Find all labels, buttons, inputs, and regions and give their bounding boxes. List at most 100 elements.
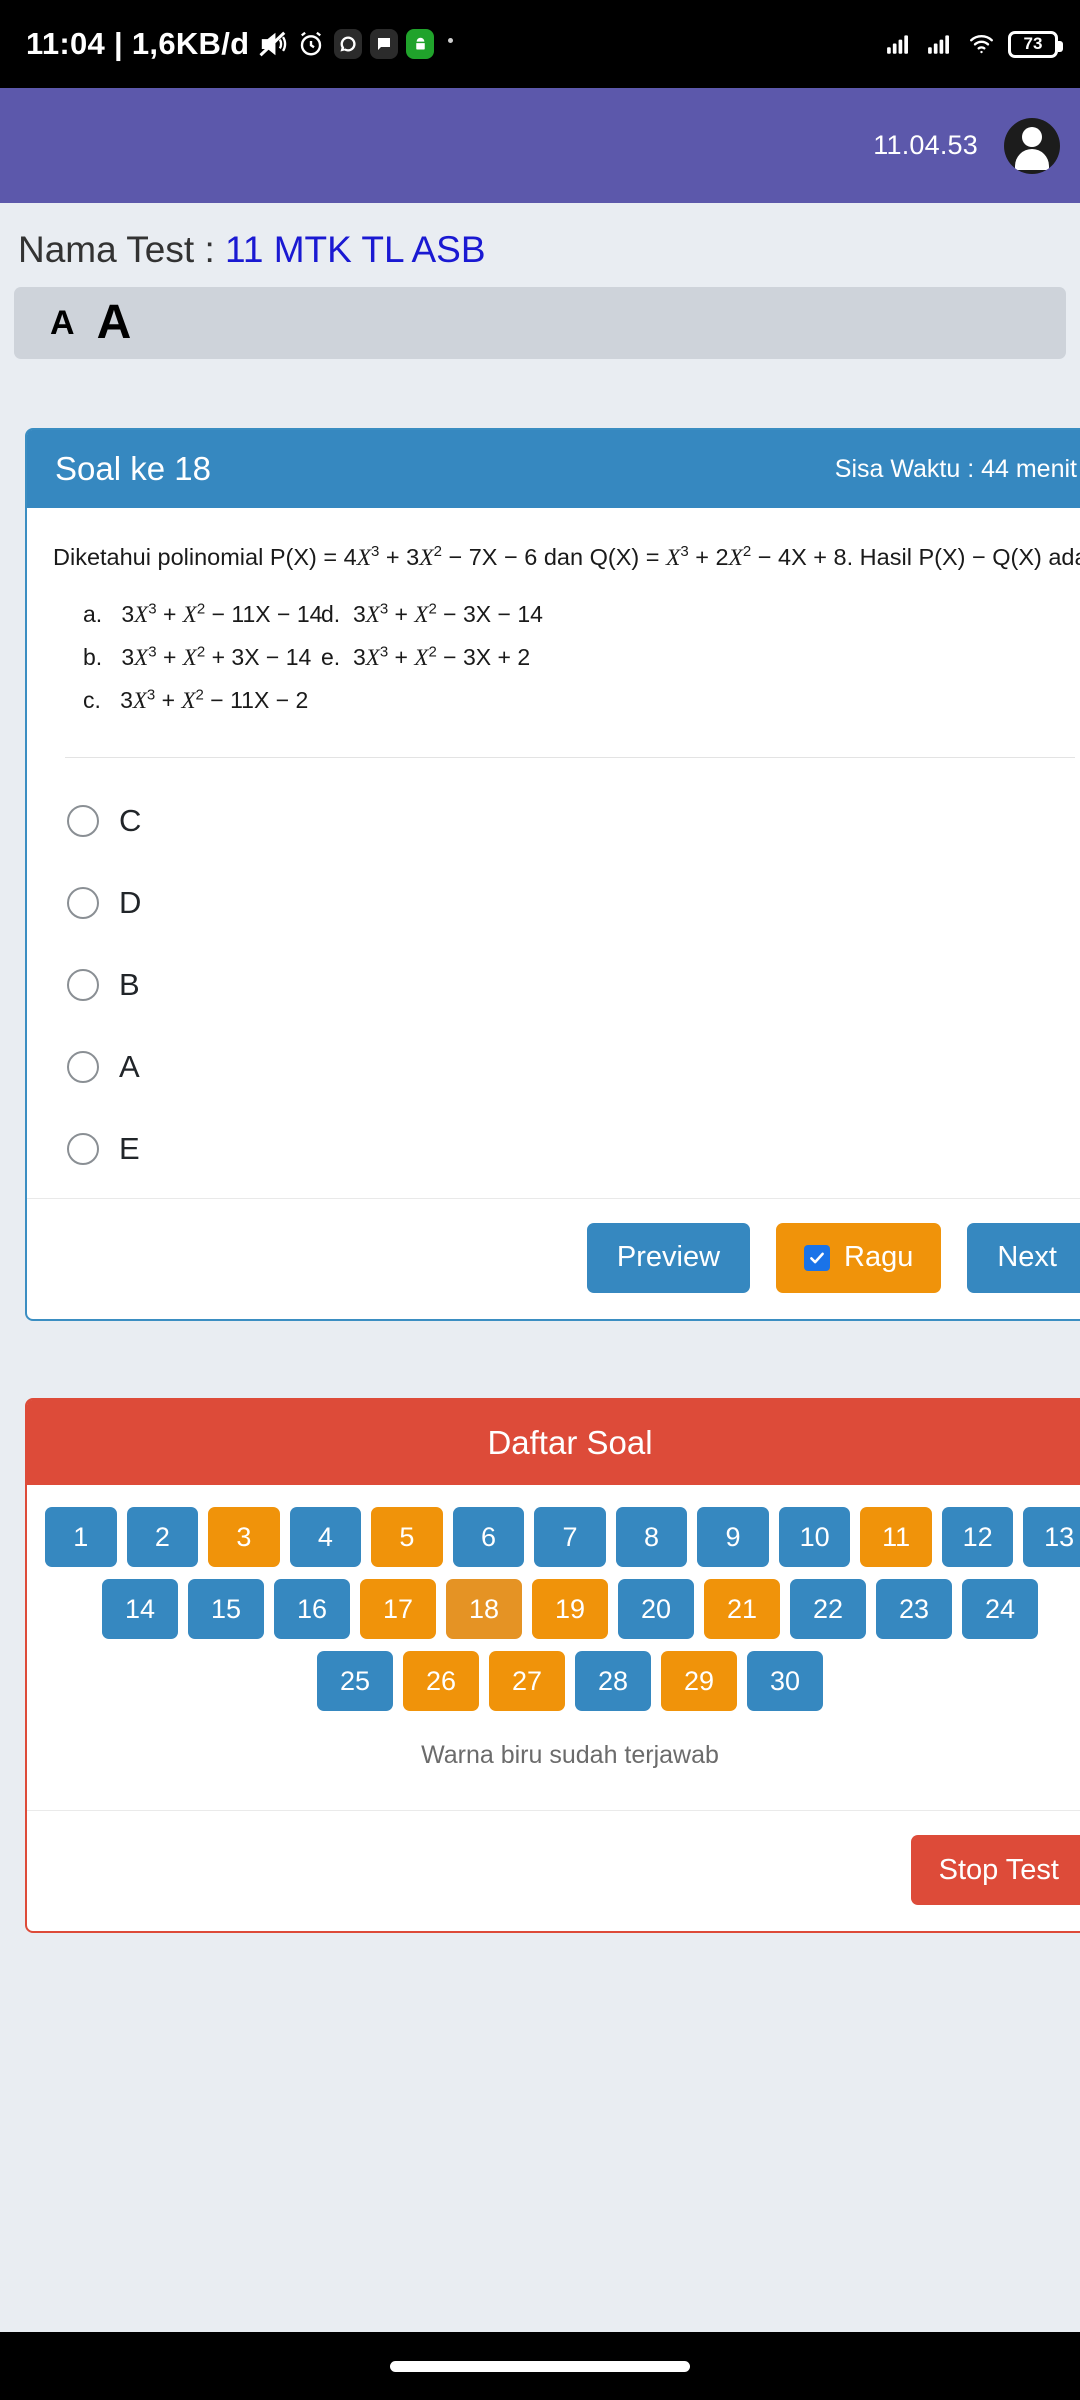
question-number-button[interactable]: 6 [452,1507,525,1567]
answer-option-label: A [119,1048,140,1084]
question-number-button[interactable]: 19 [532,1579,608,1639]
choice-e-key: e. [321,644,341,671]
test-name-label: Nama Test : [18,229,226,270]
battery-level: 73 [1023,34,1043,53]
increase-font-button[interactable]: A [97,299,132,347]
question-list-title: Daftar Soal [27,1400,1080,1485]
question-number-button[interactable]: 28 [575,1651,651,1711]
question-number-button[interactable]: 12 [941,1507,1014,1567]
whatsapp-icon [334,29,363,59]
decrease-font-button[interactable]: A [50,306,75,340]
question-number-button[interactable]: 27 [489,1651,565,1711]
question-number-row: 14 15 16 17 18 19 20 21 22 23 24 [45,1579,1080,1639]
avatar-body [1015,148,1049,170]
question-number-button[interactable]: 13 [1023,1507,1080,1567]
question-number-button[interactable]: 16 [274,1579,350,1639]
question-list-card: Daftar Soal 1 2 3 4 5 6 7 8 9 10 11 12 13 14 15 16 17 18… [25,1398,1080,1933]
android-navigation-bar [0,2332,1080,2400]
answer-option-label: B [119,966,140,1002]
question-number-button[interactable]: 1 [45,1507,117,1567]
remaining-time: Sisa Waktu : 44 menit [834,454,1077,483]
question-number-button[interactable]: 7 [534,1507,606,1567]
question-number-button[interactable]: 3 [208,1507,280,1567]
app-clock: 11.04.53 [873,130,978,160]
question-number-button[interactable]: 22 [790,1579,866,1639]
question-card-header: Soal ke 18 Sisa Waktu : 44 menit [27,430,1080,508]
stop-test-button[interactable]: Stop Test [910,1835,1080,1905]
question-number-button[interactable]: 9 [697,1507,769,1567]
question-choices: a. 3X3 + X2 − 11X − 14 b. 3X3 + X2 + 3X … [53,601,1080,729]
radio-button-icon[interactable] [67,1132,99,1165]
choice-d-key: d. [321,601,341,628]
question-number-button[interactable]: 29 [661,1651,737,1711]
answer-option-label: E [119,1130,140,1166]
choice-e-text: 3X3 + X2 − 3X + 2 [352,643,531,671]
answer-option[interactable]: E [67,1108,1080,1190]
question-number-row: 1 2 3 4 5 6 7 8 9 10 11 12 13 [45,1507,1080,1567]
radio-button-icon[interactable] [67,968,99,1001]
question-number-button[interactable]: 14 [102,1579,178,1639]
question-number-button[interactable]: 20 [618,1579,694,1639]
choice-a-text: 3X3 + X2 − 11X − 14 [121,600,323,628]
question-number-button[interactable]: 11 [860,1507,932,1567]
choice-c: c. 3X3 + X2 − 11X − 2 [83,687,308,715]
question-number-button[interactable]: 25 [317,1651,393,1711]
test-name-value: 11 MTK TL ASB [225,229,486,270]
question-text: Diketahui polinomial P(X) = 4X3 + 3X2 − … [53,543,1080,571]
question-number-button[interactable]: 17 [360,1579,436,1639]
android-status-bar: 11:04 | 1,6KB/d 73 [0,0,1080,88]
more-notifications-dot [448,37,454,43]
ragu-checkbox-icon[interactable] [804,1244,831,1271]
question-number-button[interactable]: 23 [876,1579,952,1639]
status-bar-notification-icons [258,29,454,59]
user-avatar-icon[interactable] [1004,117,1060,174]
question-card-footer: Preview Ragu Next [27,1197,1080,1319]
question-number-button[interactable]: 10 [778,1507,851,1567]
choice-e: e. 3X3 + X2 − 3X + 2 [321,644,530,672]
question-number-button[interactable]: 18 [446,1579,522,1639]
question-number-button[interactable]: 21 [704,1579,780,1639]
choice-b: b. 3X3 + X2 + 3X − 14 [83,644,311,672]
question-card: Soal ke 18 Sisa Waktu : 44 menit Diketah… [25,428,1080,1321]
signal-bars-icon [884,31,914,57]
status-bar-left: 11:04 | 1,6KB/d [26,26,454,62]
choice-c-text: 3X3 + X2 − 11X − 2 [120,686,309,714]
question-number-button[interactable]: 26 [403,1651,479,1711]
choice-b-key: b. [83,644,103,671]
question-number-button[interactable]: 8 [615,1507,688,1567]
battery-indicator: 73 [1008,30,1063,58]
font-size-toolbar: A A [14,287,1066,359]
question-number-button[interactable]: 4 [289,1507,362,1567]
question-number-button[interactable]: 30 [747,1651,823,1711]
answer-option[interactable]: C [67,780,1080,862]
question-list-footer: Stop Test [27,1810,1080,1931]
question-number-button[interactable]: 15 [188,1579,264,1639]
choice-a: a. 3X3 + X2 − 11X − 14 [83,601,322,629]
chat-icon [370,29,399,59]
app-header-bar: 11.04.53 [0,88,1080,203]
ragu-button[interactable]: Ragu [776,1222,942,1293]
answer-option-label: D [119,884,142,920]
answer-option[interactable]: B [67,944,1080,1026]
question-card-body: Diketahui polinomial P(X) = 4X3 + 3X2 − … [27,508,1080,1198]
radio-button-icon[interactable] [67,886,99,919]
question-number-button[interactable]: 24 [962,1579,1038,1639]
ragu-button-label: Ragu [844,1241,914,1274]
choice-d: d. 3X3 + X2 − 3X − 14 [321,601,543,629]
choice-b-text: 3X3 + X2 + 3X − 14 [121,643,312,671]
next-button[interactable]: Next [967,1222,1080,1293]
gesture-home-pill[interactable] [390,2360,690,2372]
answer-option[interactable]: D [67,862,1080,944]
answer-option-label: C [119,802,142,838]
question-number-button[interactable]: 5 [371,1507,443,1567]
preview-button[interactable]: Preview [586,1222,751,1293]
question-number-button[interactable]: 2 [126,1507,199,1567]
answer-options-list: C D B A E [53,758,1080,1198]
question-number-title: Soal ke 18 [55,450,211,487]
radio-button-icon[interactable] [67,1050,99,1083]
answer-option[interactable]: A [67,1026,1080,1108]
question-list-legend: Warna biru sudah terjawab [421,1741,719,1769]
radio-button-icon[interactable] [67,804,99,837]
status-bar-right: 73 [884,30,1063,58]
mute-icon [258,29,288,59]
